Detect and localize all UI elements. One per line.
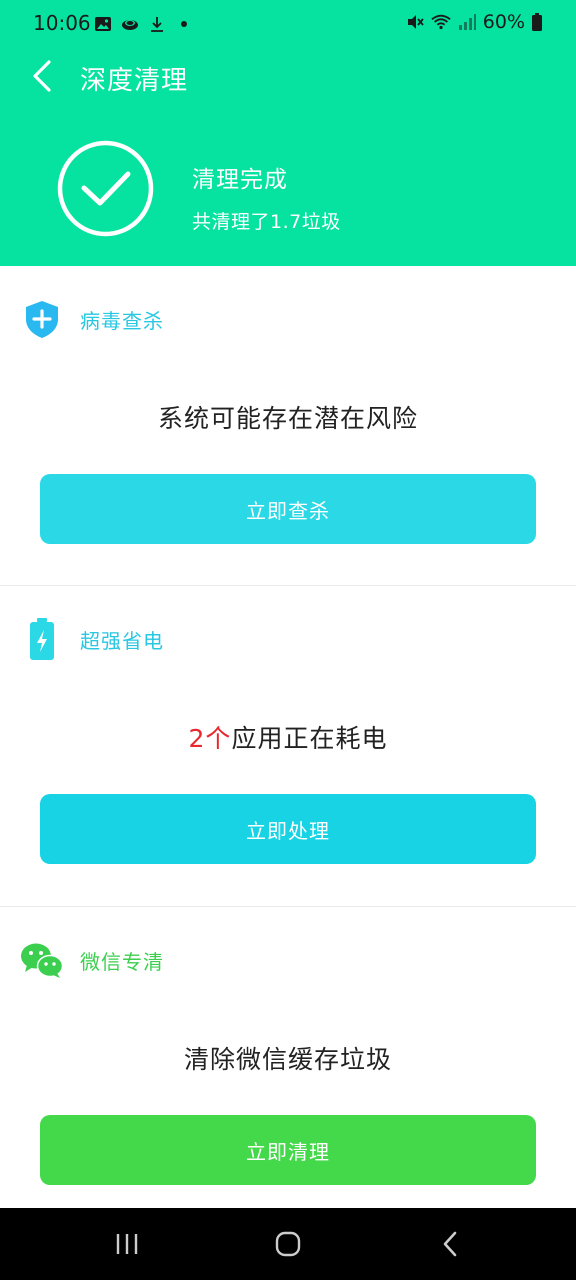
cloud-icon bbox=[120, 14, 140, 34]
back-button[interactable] bbox=[22, 56, 62, 96]
app-count-highlight: 2个 bbox=[188, 724, 232, 753]
card-message: 系统可能存在潜在风险 bbox=[157, 404, 418, 433]
card-label: 超强省电 bbox=[80, 628, 164, 653]
check-circle-icon bbox=[57, 140, 154, 237]
card-message: 清除微信缓存垃圾 bbox=[183, 1045, 392, 1074]
card-header: 超强省电 bbox=[20, 616, 164, 662]
nav-back-button[interactable] bbox=[430, 1226, 470, 1262]
virus-scan-card: 病毒查杀 系统可能存在潜在风险 立即查杀 bbox=[0, 266, 576, 586]
chevron-left-icon bbox=[33, 60, 51, 92]
home-icon bbox=[275, 1231, 301, 1257]
status-time: 10:06 bbox=[33, 11, 91, 35]
signal-icon bbox=[457, 12, 477, 32]
status-right: 60% bbox=[405, 11, 543, 33]
recents-button[interactable] bbox=[107, 1226, 147, 1262]
home-button[interactable] bbox=[268, 1226, 308, 1262]
battery-icon bbox=[531, 12, 543, 32]
download-icon bbox=[147, 14, 167, 34]
card-header: 微信专清 bbox=[20, 937, 164, 983]
clean-status-title: 清理完成 bbox=[192, 167, 288, 193]
power-saving-card: 超强省电 2个应用正在耗电 立即处理 bbox=[0, 586, 576, 906]
card-message: 2个应用正在耗电 bbox=[0, 719, 576, 755]
page-title: 深度清理 bbox=[80, 66, 189, 96]
clean-status-subtitle: 共清理了1.7垃圾 bbox=[192, 211, 341, 233]
dot-icon bbox=[174, 14, 194, 34]
status-left-icons bbox=[93, 14, 194, 34]
card-message-text: 应用正在耗电 bbox=[231, 724, 388, 753]
status-bar: 10:06 60% bbox=[0, 0, 576, 48]
system-navigation-bar bbox=[0, 1208, 576, 1280]
handle-now-button[interactable]: 立即处理 bbox=[40, 794, 536, 864]
card-header: 病毒查杀 bbox=[20, 296, 164, 342]
back-icon bbox=[443, 1231, 457, 1257]
shield-plus-icon bbox=[20, 296, 64, 342]
wechat-clean-card: 微信专清 清除微信缓存垃圾 立即清理 bbox=[0, 907, 576, 1208]
card-label: 病毒查杀 bbox=[80, 308, 164, 333]
mute-icon bbox=[405, 12, 425, 32]
header: 10:06 60% 深度清理 清理完成 共清理了1.7垃圾 bbox=[0, 0, 576, 266]
recents-icon bbox=[116, 1234, 138, 1254]
scan-now-button[interactable]: 立即查杀 bbox=[40, 474, 536, 544]
battery-percent: 60% bbox=[482, 11, 525, 33]
clean-now-button[interactable]: 立即清理 bbox=[40, 1115, 536, 1185]
card-label: 微信专清 bbox=[80, 949, 164, 974]
title-row: 深度清理 bbox=[0, 52, 576, 100]
battery-bolt-icon bbox=[20, 616, 64, 662]
gallery-icon bbox=[93, 14, 113, 34]
wifi-icon bbox=[431, 12, 451, 32]
wechat-icon bbox=[20, 937, 64, 983]
